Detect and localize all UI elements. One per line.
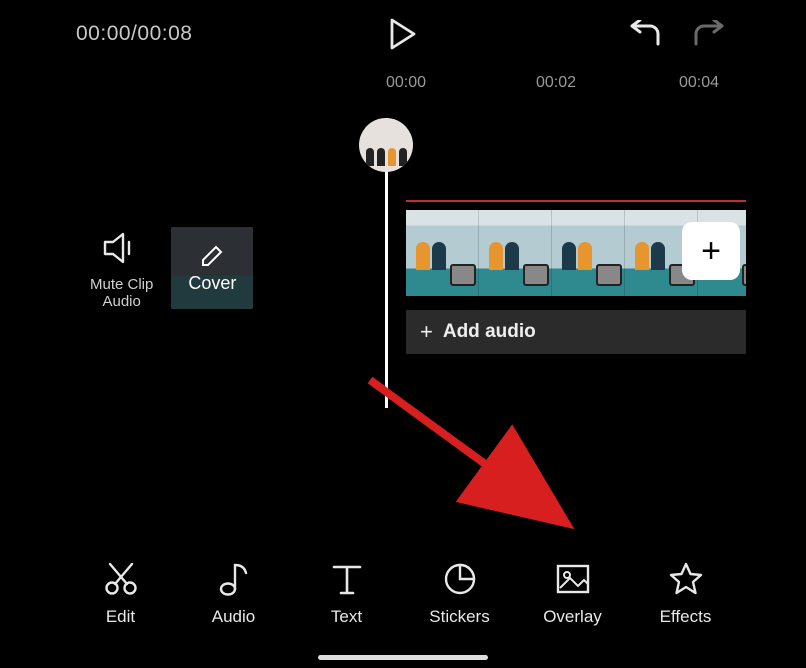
tool-stickers[interactable]: Stickers	[410, 559, 510, 627]
star-icon	[667, 560, 705, 598]
play-button[interactable]	[383, 14, 423, 54]
home-indicator	[318, 655, 488, 660]
plus-icon: +	[701, 232, 721, 271]
mute-label-2: Audio	[102, 293, 140, 310]
ruler-mark: 00:00	[386, 74, 426, 92]
tool-audio[interactable]: Audio	[184, 559, 284, 627]
top-bar: 00:00/00:08	[60, 8, 746, 60]
tool-text[interactable]: Text	[297, 559, 397, 627]
tool-label: Text	[331, 607, 362, 627]
timeline-area: Mute Clip Audio Cover	[60, 100, 746, 420]
tool-effects[interactable]: Effects	[636, 559, 736, 627]
tool-label: Audio	[212, 607, 255, 627]
redo-icon	[690, 20, 726, 48]
video-clip-track[interactable]: +	[406, 206, 746, 298]
tool-overlay[interactable]: Overlay	[523, 559, 623, 627]
mute-icon	[101, 230, 143, 266]
cover-thumbnail: Cover	[171, 227, 253, 309]
cover-button[interactable]: Cover	[171, 227, 253, 309]
play-icon	[389, 18, 417, 50]
music-note-icon	[216, 559, 252, 599]
timecode-display: 00:00/00:08	[76, 22, 192, 46]
undo-redo-group	[628, 16, 726, 52]
tool-label: Overlay	[543, 607, 602, 627]
tool-label: Stickers	[429, 607, 489, 627]
timeline-ruler: 00:00 00:02 00:04	[386, 74, 746, 98]
overlay-icon	[554, 562, 592, 596]
pencil-icon	[199, 243, 225, 269]
add-audio-row[interactable]: + Add audio	[406, 310, 746, 354]
mute-clip-audio-button[interactable]: Mute Clip Audio	[90, 226, 153, 311]
sticker-icon	[441, 560, 479, 598]
scissors-icon	[102, 560, 140, 598]
text-icon	[330, 561, 364, 597]
tool-label: Effects	[660, 607, 712, 627]
add-clip-button[interactable]: +	[682, 222, 740, 280]
undo-icon	[628, 20, 664, 48]
add-audio-label: Add audio	[443, 321, 536, 343]
ruler-mark: 00:02	[536, 74, 576, 92]
tool-edit[interactable]: Edit	[71, 559, 171, 627]
playhead-preview-bubble[interactable]	[359, 118, 413, 172]
ruler-mark: 00:04	[679, 74, 719, 92]
timeline-side-controls: Mute Clip Audio Cover	[90, 226, 253, 311]
video-editor-frame: 00:00/00:08 00:00 00:02 00:04	[60, 0, 746, 668]
mute-label-1: Mute Clip	[90, 276, 153, 293]
bottom-toolbar: Edit Audio Text	[60, 548, 746, 638]
undo-button[interactable]	[628, 16, 664, 52]
cover-label: Cover	[188, 273, 236, 294]
redo-button[interactable]	[690, 16, 726, 52]
tool-label: Edit	[106, 607, 135, 627]
plus-icon: +	[420, 319, 433, 345]
track-top-line	[406, 200, 746, 202]
